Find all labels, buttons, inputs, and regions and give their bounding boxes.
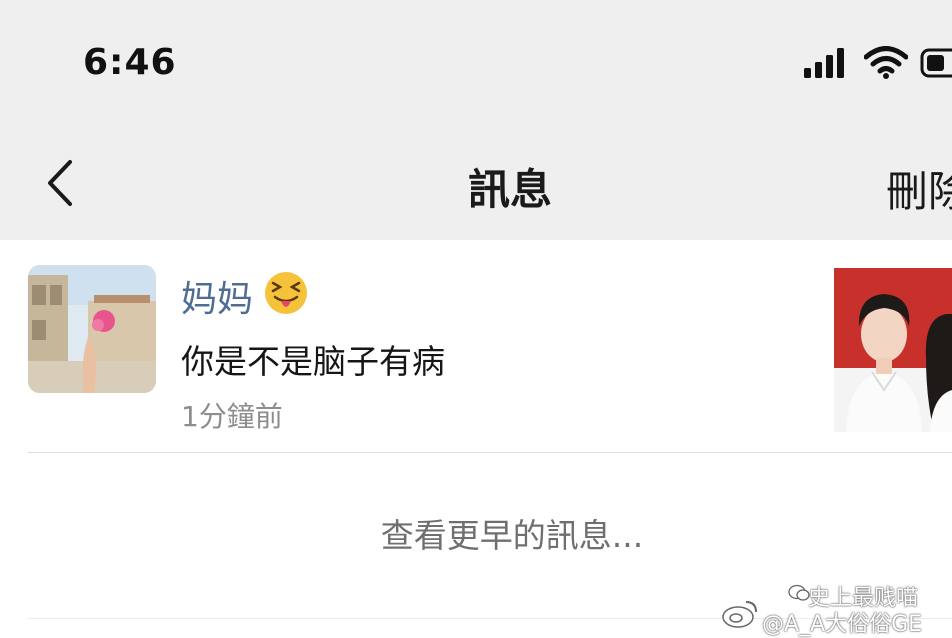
watermark-handle: @A_A大俗俗GE: [762, 612, 923, 637]
page-title: 訊息: [467, 165, 552, 214]
signal-icon: [804, 48, 844, 78]
wechat-logo-icon: [788, 584, 810, 601]
nav-bar: 訊息 刪除: [0, 120, 952, 240]
notification-item[interactable]: 妈妈 你是不是脑子有病 1分鐘前: [0, 240, 952, 455]
delete-button[interactable]: 刪除: [886, 158, 952, 219]
avatar: [28, 265, 156, 393]
battery-icon: [920, 48, 952, 78]
message-text: 你是不是脑子有病: [181, 342, 445, 381]
squinting-tongue-emoji-icon: [265, 272, 307, 314]
watermark: 史上最贱喵 @A_A大俗俗GE: [700, 574, 952, 637]
weibo-logo-icon: [722, 601, 757, 628]
message-timestamp: 1分鐘前: [181, 400, 283, 433]
status-time: 6:46: [83, 42, 177, 83]
wifi-icon: [864, 46, 908, 79]
status-bar: 6:46: [0, 0, 952, 120]
view-earlier-messages-link[interactable]: 查看更早的訊息...: [0, 509, 952, 557]
post-thumbnail[interactable]: [834, 268, 952, 432]
sender-name: 妈妈: [181, 279, 254, 320]
